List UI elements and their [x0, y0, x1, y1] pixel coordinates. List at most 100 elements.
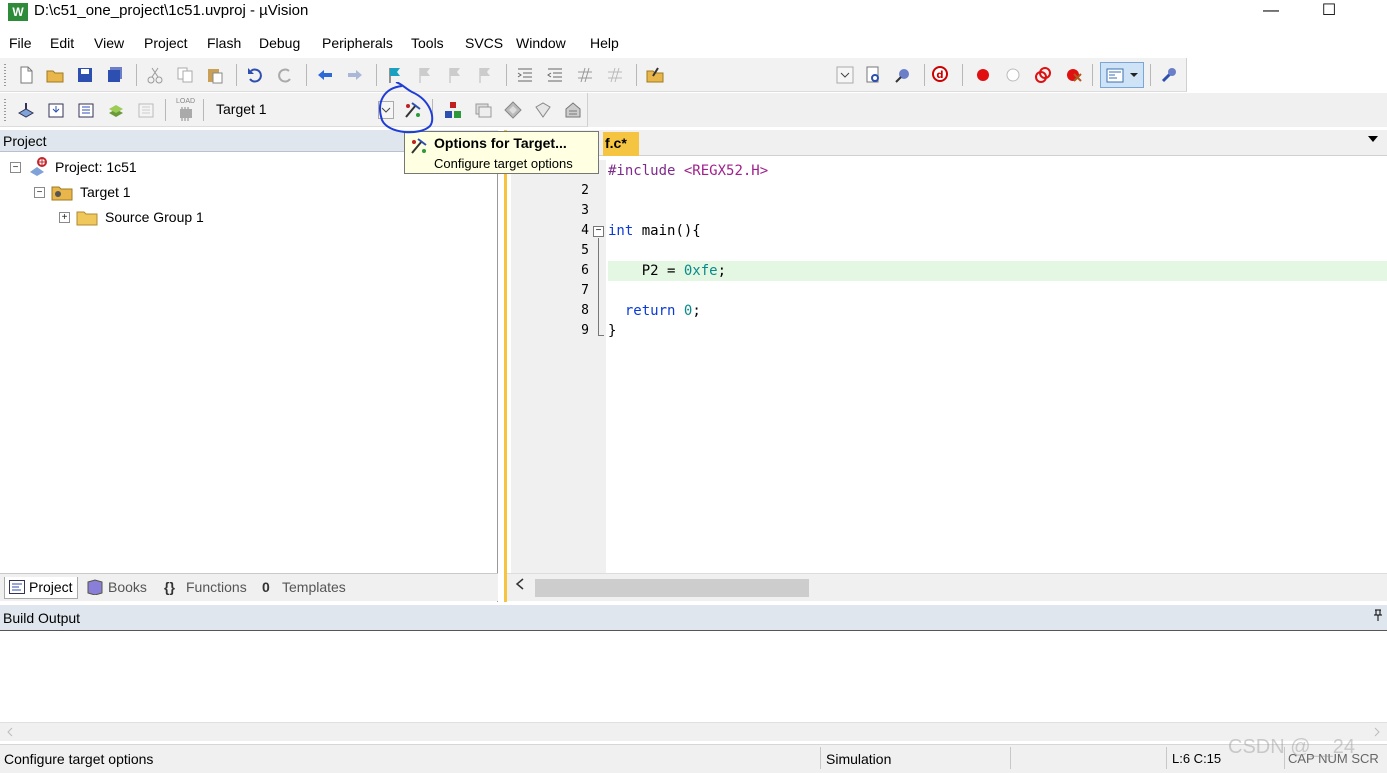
- menu-edit[interactable]: Edit: [50, 34, 74, 52]
- project-root-icon: [30, 157, 47, 176]
- indent-icon[interactable]: [516, 66, 534, 84]
- project-panel-title: Project: [3, 133, 47, 149]
- menu-help[interactable]: Help: [590, 34, 619, 52]
- menu-bar: File Edit View Project Flash Debug Perip…: [0, 31, 1387, 55]
- build-output-horizontal-scrollbar[interactable]: [0, 722, 1387, 741]
- menu-peripherals[interactable]: Peripherals: [322, 34, 393, 52]
- menu-window[interactable]: Window: [516, 34, 566, 52]
- find-in-files-icon[interactable]: [646, 66, 664, 84]
- scroll-left-arrow-icon[interactable]: [515, 578, 525, 590]
- menu-project[interactable]: Project: [144, 34, 188, 52]
- translate-icon[interactable]: [17, 101, 35, 119]
- toolbar-grip[interactable]: [4, 64, 6, 86]
- find-icon[interactable]: [864, 66, 882, 84]
- expand-source-group-toggle[interactable]: +: [59, 212, 70, 223]
- line-number: 6: [581, 263, 589, 278]
- navigate-back-icon[interactable]: [316, 66, 334, 84]
- menu-view[interactable]: View: [94, 34, 124, 52]
- file-toolbar: d: [0, 58, 1187, 92]
- select-packs-icon[interactable]: [474, 101, 492, 119]
- disable-all-breakpoints-icon[interactable]: [1034, 66, 1052, 84]
- build-icon[interactable]: [47, 101, 65, 119]
- tab-templates-label: Templates: [282, 579, 346, 595]
- pin-icon[interactable]: [1373, 609, 1383, 621]
- configure-wrench-icon[interactable]: [1160, 66, 1178, 84]
- manage-project-items-icon[interactable]: [444, 101, 462, 119]
- menu-flash[interactable]: Flash: [207, 34, 241, 52]
- include-header: <REGX52.H>: [683, 163, 769, 179]
- unindent-icon[interactable]: [546, 66, 564, 84]
- undo-icon[interactable]: [246, 66, 264, 84]
- scrollbar-thumb[interactable]: [535, 579, 809, 597]
- tab-templates[interactable]: 0 Templates: [260, 577, 356, 599]
- kill-all-breakpoints-icon[interactable]: [1064, 66, 1082, 84]
- minimize-button[interactable]: —: [1248, 0, 1294, 24]
- tree-item-project[interactable]: − Project: 1c51: [10, 157, 310, 179]
- download-load-button[interactable]: LOAD: [175, 98, 197, 122]
- code-editor[interactable]: f.c* 1 2 3 4 5 6 7 8 9 − #include <REGX5…: [504, 130, 1387, 602]
- rebuild-icon[interactable]: [77, 101, 95, 119]
- target-select[interactable]: Target 1: [206, 98, 396, 122]
- folder-icon: [76, 211, 98, 226]
- tab-project-label: Project: [29, 579, 73, 595]
- pack-installer-icon[interactable]: [534, 101, 552, 119]
- line-number: 5: [581, 243, 589, 258]
- navigate-forward-icon[interactable]: [346, 66, 364, 84]
- comment-icon[interactable]: [576, 66, 594, 84]
- menu-svcs[interactable]: SVCS: [465, 34, 503, 52]
- collapse-project-toggle[interactable]: −: [10, 162, 21, 173]
- copy-icon[interactable]: [176, 66, 194, 84]
- fold-toggle[interactable]: −: [593, 226, 604, 237]
- watermark: CSDN @__24: [1228, 736, 1356, 758]
- target-name: Target 1: [80, 184, 131, 200]
- scroll-right-arrow-icon[interactable]: [1373, 727, 1381, 737]
- code-line-8: return 0;: [608, 301, 701, 321]
- stop-build-icon[interactable]: [137, 101, 155, 119]
- tab-project[interactable]: Project: [4, 577, 78, 599]
- tree-item-target[interactable]: − Target 1: [34, 182, 334, 204]
- insert-breakpoint-icon[interactable]: [974, 66, 992, 84]
- find-combo-dropdown-icon[interactable]: [836, 66, 854, 84]
- batch-build-icon[interactable]: [107, 101, 125, 119]
- collapse-target-toggle[interactable]: −: [34, 187, 45, 198]
- manage-run-time-icon[interactable]: [504, 101, 522, 119]
- software-packs-icon[interactable]: [564, 101, 582, 119]
- cut-icon[interactable]: [146, 66, 164, 84]
- editor-horizontal-scrollbar[interactable]: [507, 573, 1387, 601]
- number-literal: 0xfe: [683, 263, 718, 279]
- status-cursor-position: L:6 C:15: [1172, 751, 1222, 766]
- scroll-left-arrow-icon[interactable]: [6, 727, 14, 737]
- incremental-find-icon[interactable]: [894, 66, 912, 84]
- new-file-icon[interactable]: [17, 66, 35, 84]
- tab-functions[interactable]: {} Functions: [162, 577, 254, 599]
- project-name: Project: 1c51: [55, 159, 137, 175]
- preprocessor-directive: #include: [608, 163, 676, 179]
- editor-tab-active[interactable]: f.c*: [603, 132, 639, 156]
- tab-books[interactable]: Books: [84, 577, 158, 599]
- menu-debug[interactable]: Debug: [259, 34, 300, 52]
- next-bookmark-icon[interactable]: [446, 66, 464, 84]
- enable-breakpoint-icon[interactable]: [1004, 66, 1022, 84]
- load-label: LOAD: [176, 98, 196, 105]
- menu-tools[interactable]: Tools: [411, 34, 444, 52]
- toolbar-grip[interactable]: [4, 99, 6, 121]
- tree-item-source-group[interactable]: + Source Group 1: [59, 207, 359, 229]
- window-layout-icon[interactable]: [1100, 62, 1144, 88]
- uncomment-icon[interactable]: [606, 66, 624, 84]
- svg-text:d: d: [936, 70, 943, 81]
- editor-tab-strip: f.c*: [507, 130, 1387, 156]
- open-folder-icon[interactable]: [46, 66, 64, 84]
- maximize-button[interactable]: ☐: [1306, 0, 1352, 24]
- code-line-4: int main(){: [608, 221, 701, 241]
- save-icon[interactable]: [76, 66, 94, 84]
- redo-icon[interactable]: [276, 66, 294, 84]
- menu-file[interactable]: File: [9, 34, 32, 52]
- clear-bookmarks-icon[interactable]: [476, 66, 494, 84]
- save-all-icon[interactable]: [106, 66, 124, 84]
- build-output-header: Build Output: [0, 605, 1387, 631]
- start-debug-icon[interactable]: d: [932, 66, 950, 84]
- status-debug-mode: Simulation: [826, 751, 892, 767]
- tab-list-dropdown-icon[interactable]: [1367, 134, 1379, 144]
- line-number: 3: [581, 203, 589, 218]
- paste-icon[interactable]: [206, 66, 224, 84]
